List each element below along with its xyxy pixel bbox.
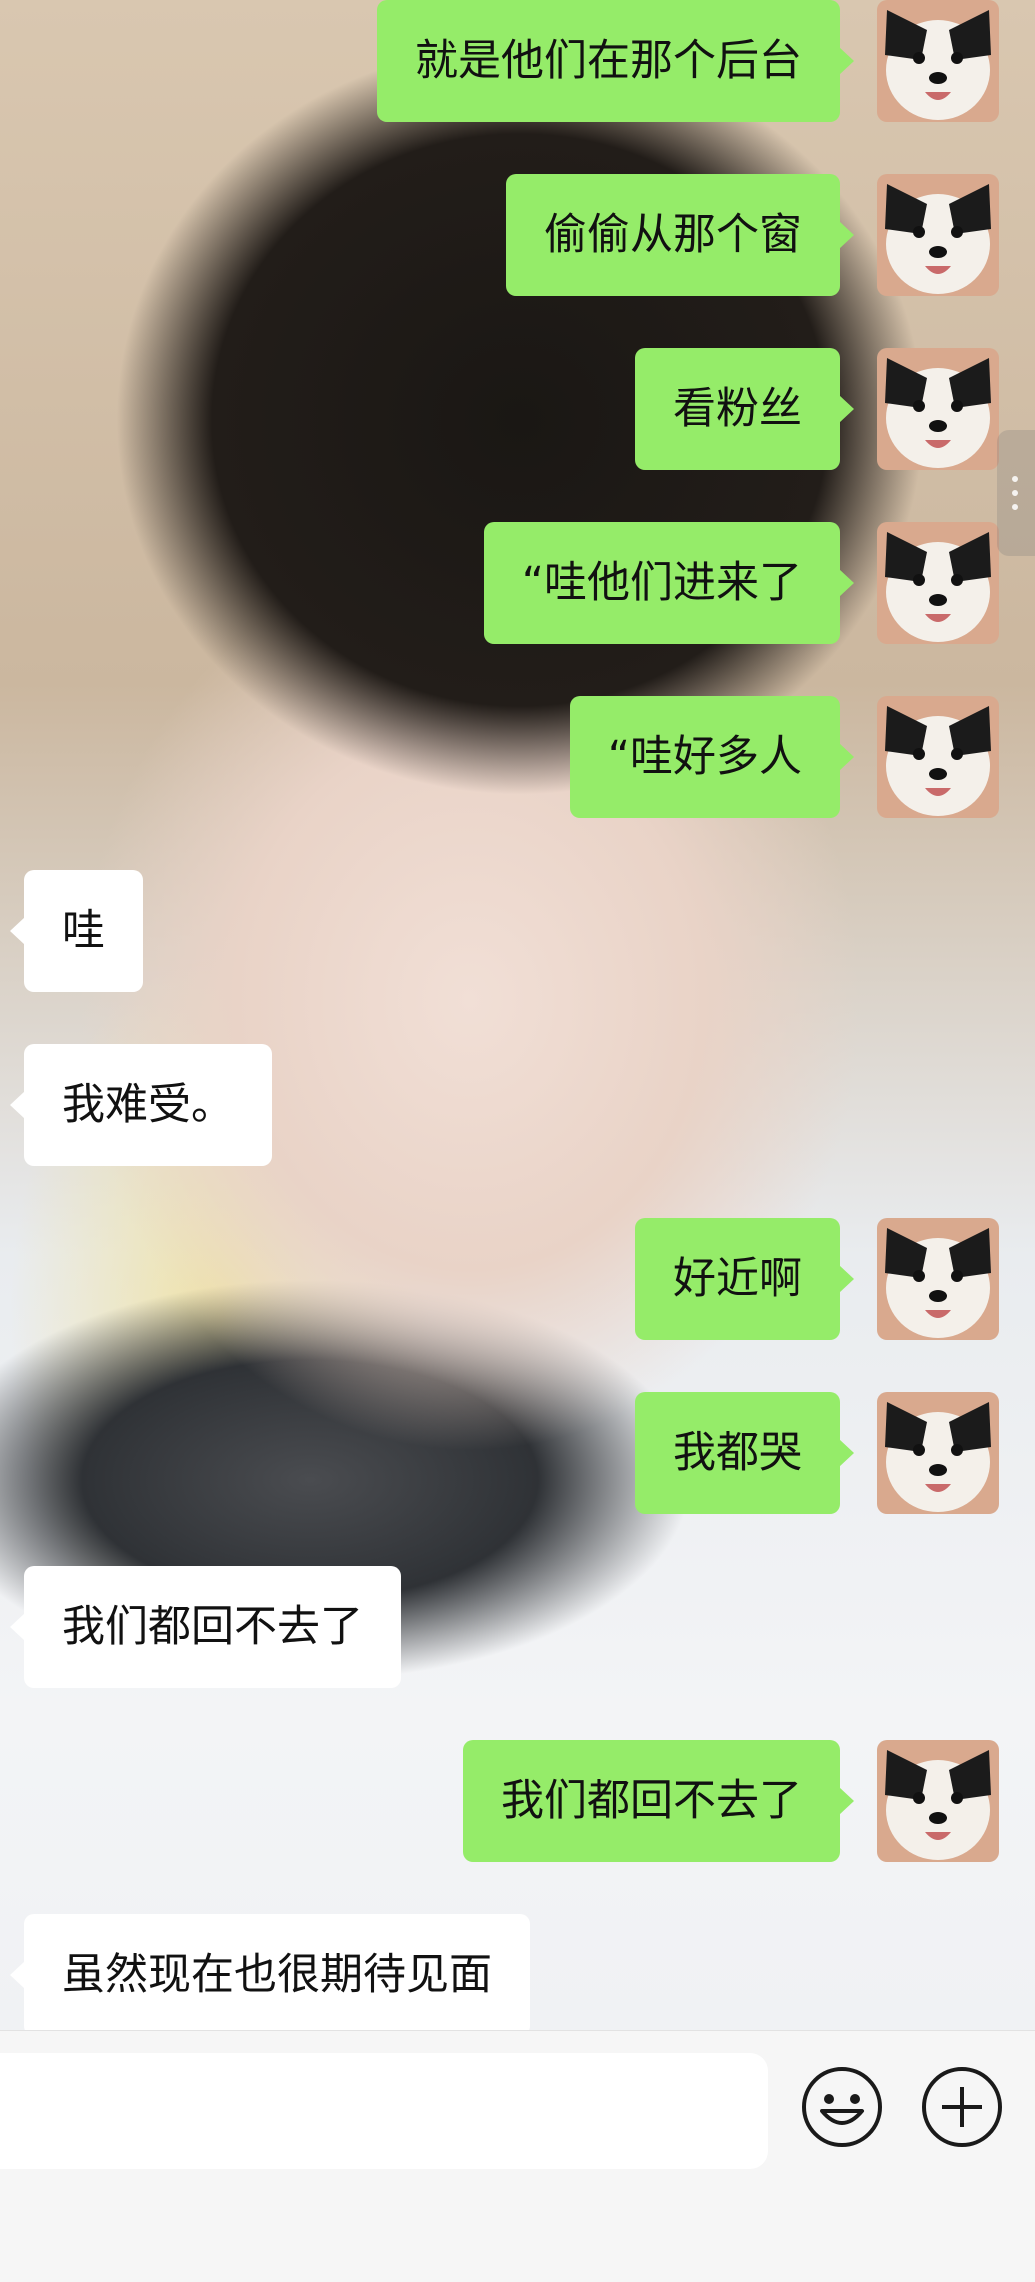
message-bubble[interactable]: 我难受。 xyxy=(10,1044,272,1166)
message-row-incoming: 我难受。 xyxy=(0,1044,1035,1166)
user-avatar[interactable] xyxy=(877,0,999,122)
message-bubble[interactable]: 就是他们在那个后台 xyxy=(377,0,854,122)
message-row-outgoing: “哇他们进来了 xyxy=(0,522,1035,644)
message-bubble[interactable]: “哇他们进来了 xyxy=(483,522,855,644)
handle-dot-icon xyxy=(1012,476,1018,482)
user-avatar[interactable] xyxy=(877,174,999,296)
message-bubble[interactable]: 看粉丝 xyxy=(635,348,854,470)
handle-dot-icon xyxy=(1012,504,1018,510)
message-row-outgoing: 我都哭 xyxy=(0,1392,1035,1514)
user-avatar[interactable] xyxy=(877,1218,999,1340)
message-bubble[interactable]: 我都哭 xyxy=(635,1392,854,1514)
message-row-outgoing: 就是他们在那个后台 xyxy=(0,0,1035,122)
message-row-outgoing: 好近啊 xyxy=(0,1218,1035,1340)
message-input[interactable] xyxy=(0,2053,768,2169)
user-avatar[interactable] xyxy=(877,1392,999,1514)
user-avatar[interactable] xyxy=(877,348,999,470)
message-row-outgoing: 我们都回不去了 xyxy=(0,1740,1035,1862)
message-row-outgoing: 看粉丝 xyxy=(0,348,1035,470)
message-row-outgoing: “哇好多人 xyxy=(0,696,1035,818)
message-list[interactable]: 就是他们在那个后台 偷偷从那个窗 看粉丝 “哇他们进来了 “哇好多人 哇 我难受… xyxy=(0,0,1035,2036)
message-bubble[interactable]: 虽然现在也很期待见面 xyxy=(10,1914,530,2036)
plus-circle-icon[interactable] xyxy=(920,2065,1004,2149)
message-bubble[interactable]: 哇 xyxy=(10,870,143,992)
user-avatar[interactable] xyxy=(877,1740,999,1862)
input-bar xyxy=(0,2030,1035,2282)
message-bubble[interactable]: 偷偷从那个窗 xyxy=(506,174,854,296)
smiley-icon[interactable] xyxy=(800,2065,884,2149)
message-bubble[interactable]: 我们都回不去了 xyxy=(10,1566,401,1688)
message-bubble[interactable]: “哇好多人 xyxy=(569,696,855,818)
user-avatar[interactable] xyxy=(877,522,999,644)
message-row-incoming: 虽然现在也很期待见面 xyxy=(0,1914,1035,2036)
message-bubble[interactable]: 好近啊 xyxy=(635,1218,854,1340)
user-avatar[interactable] xyxy=(877,696,999,818)
scroll-handle[interactable] xyxy=(997,430,1035,556)
message-row-incoming: 我们都回不去了 xyxy=(0,1566,1035,1688)
handle-dot-icon xyxy=(1012,490,1018,496)
message-row-outgoing: 偷偷从那个窗 xyxy=(0,174,1035,296)
message-bubble[interactable]: 我们都回不去了 xyxy=(463,1740,854,1862)
message-row-incoming: 哇 xyxy=(0,870,1035,992)
